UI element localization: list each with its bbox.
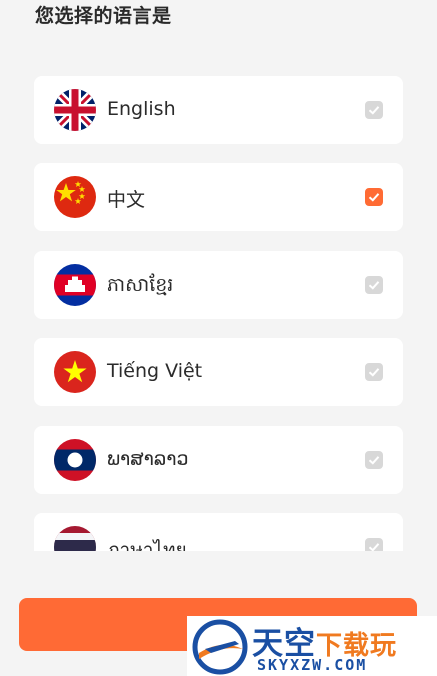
language-list: English 中文 ភាសាខ្មែរ Tiếng Việt ພາສາລາວ … <box>0 0 437 551</box>
watermark-logo: 天空下载玩 SKYXZW.COM <box>187 616 437 676</box>
language-label: Tiếng Việt <box>107 360 203 382</box>
language-label: ភាសាខ្មែរ <box>107 274 174 296</box>
language-item-vietnamese[interactable]: Tiếng Việt <box>34 338 403 406</box>
language-checkbox[interactable] <box>365 276 383 294</box>
language-checkbox[interactable] <box>365 538 383 551</box>
language-item-lao[interactable]: ພາສາລາວ <box>34 426 403 494</box>
language-item-chinese[interactable]: 中文 <box>34 163 403 231</box>
china-flag-icon <box>54 176 96 218</box>
language-checkbox-checked[interactable] <box>365 188 383 206</box>
language-label: English <box>107 98 176 120</box>
thailand-flag-icon <box>54 526 96 551</box>
cambodia-flag-icon <box>54 264 96 306</box>
language-label: 中文 <box>107 189 146 211</box>
language-checkbox[interactable] <box>365 363 383 381</box>
language-label: ภาษาไทย <box>107 539 187 551</box>
language-label: ພາສາລາວ <box>107 448 189 470</box>
language-item-khmer[interactable]: ភាសាខ្មែរ <box>34 251 403 319</box>
language-item-english[interactable]: English <box>34 76 403 144</box>
language-checkbox[interactable] <box>365 451 383 469</box>
language-checkbox[interactable] <box>365 101 383 119</box>
globe-plane-icon <box>192 619 248 675</box>
watermark-url: SKYXZW.COM <box>257 656 368 674</box>
uk-flag-icon <box>54 89 96 131</box>
language-item-thai[interactable]: ภาษาไทย <box>34 513 403 551</box>
laos-flag-icon <box>54 439 96 481</box>
vietnam-flag-icon <box>54 351 96 393</box>
